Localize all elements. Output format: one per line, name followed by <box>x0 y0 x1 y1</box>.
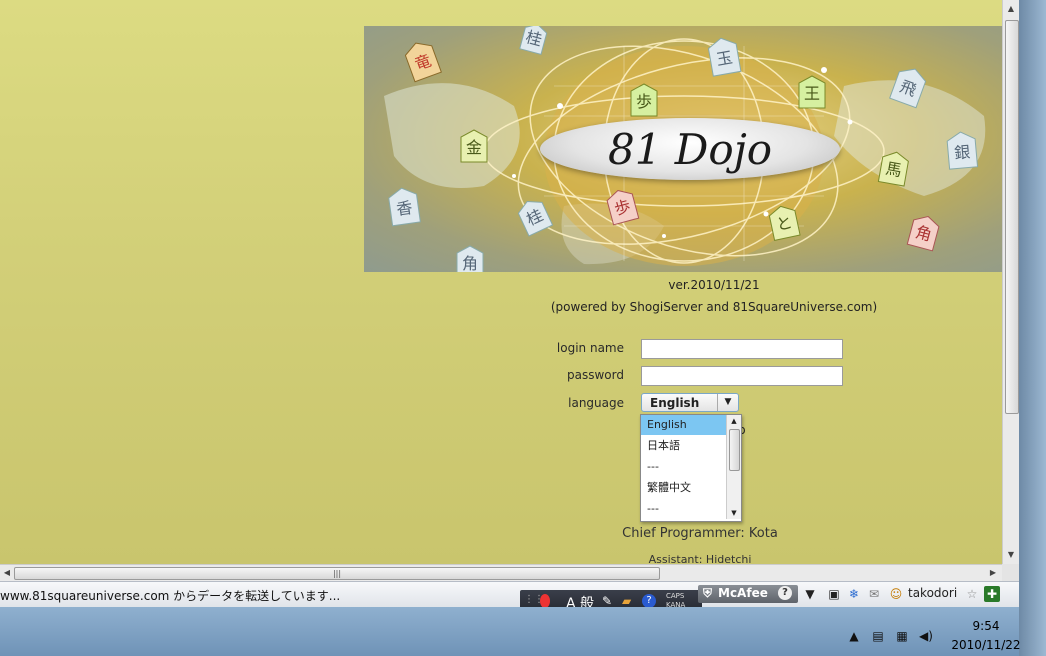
clock-date[interactable]: 2010/11/22 <box>950 638 1022 652</box>
svg-text:王: 王 <box>804 84 820 103</box>
scroll-up-arrow-icon[interactable]: ▲ <box>727 415 741 427</box>
language-option[interactable]: English <box>641 415 731 435</box>
svg-text:角: 角 <box>462 254 478 272</box>
user-icon[interactable]: ☺ <box>888 586 904 602</box>
vertical-scroll-thumb[interactable] <box>1005 20 1019 414</box>
password-input[interactable] <box>641 366 843 386</box>
mcafee-button[interactable]: ⛨ McAfee ? <box>698 585 798 603</box>
horizontal-scroll-thumb[interactable]: ||| <box>14 567 660 580</box>
scroll-left-arrow-icon[interactable]: ◀ <box>0 565 14 581</box>
ime-tools-icon[interactable]: ✎ <box>602 594 612 608</box>
svg-text:銀: 銀 <box>953 142 971 162</box>
password-label: password <box>567 368 624 382</box>
scroll-down-arrow-icon[interactable]: ▼ <box>727 507 741 519</box>
language-option[interactable]: 繁體中文 <box>641 478 731 498</box>
svg-text:歩: 歩 <box>636 92 652 111</box>
login-name-label: login name <box>556 341 624 355</box>
popup-blocker-icon[interactable]: ▣ <box>826 586 842 602</box>
language-option[interactable]: 日本語 <box>641 436 731 456</box>
assistant-credit: Assistant: Hidetchi <box>648 553 752 564</box>
language-option[interactable]: --- <box>641 499 731 519</box>
chevron-down-icon[interactable]: ▼ <box>717 394 738 411</box>
language-option[interactable]: --- <box>641 457 731 477</box>
ime-dictionary-icon[interactable]: ▰ <box>622 594 631 608</box>
dojo-banner: 竜 桂 玉 飛 銀 香 金 歩 王 馬 と 角 桂 角 歩 81 Dojo <box>364 26 1002 272</box>
windows-taskbar <box>0 607 1019 656</box>
star-icon[interactable]: ☆ <box>964 586 980 602</box>
dropdown-scroll-thumb[interactable] <box>729 429 740 471</box>
powered-by-text: (powered by ShogiServer and 81SquareUniv… <box>550 300 878 314</box>
svg-text:香: 香 <box>395 198 414 219</box>
user-name[interactable]: takodori <box>908 586 957 600</box>
browser-viewport: 竜 桂 玉 飛 銀 香 金 歩 王 馬 と 角 桂 角 歩 81 Dojo ve… <box>0 0 1002 564</box>
scroll-right-arrow-icon[interactable]: ▶ <box>986 565 1000 581</box>
snowflake-icon[interactable]: ❄ <box>846 586 862 602</box>
scroll-down-arrow-icon[interactable]: ▼ <box>1003 548 1019 562</box>
scrollbar-corner <box>1002 564 1019 581</box>
mcafee-label: McAfee <box>718 586 768 600</box>
version-text: ver.2010/11/21 <box>668 278 760 292</box>
show-hidden-icons-icon[interactable]: ▲ <box>846 628 862 644</box>
language-dropdown-list[interactable]: English 日本語 --- 繁體中文 --- ▲ ▼ <box>640 414 742 522</box>
window-frame-edge <box>1019 0 1046 656</box>
svg-text:馬: 馬 <box>884 159 903 180</box>
scroll-up-arrow-icon[interactable]: ▲ <box>1003 2 1019 16</box>
login-name-input[interactable] <box>641 339 843 359</box>
mail-icon[interactable]: ✉ <box>866 586 882 602</box>
mcafee-shield-icon: ⛨ <box>703 586 713 600</box>
language-selected-value: English <box>650 396 700 410</box>
help-icon[interactable]: ? <box>642 594 656 608</box>
volume-icon[interactable]: ◀) <box>918 628 934 644</box>
chief-programmer-credit: Chief Programmer: Kota <box>622 526 778 541</box>
svg-text:玉: 玉 <box>715 48 734 69</box>
horizontal-scrollbar[interactable]: ◀ ||| ▶ <box>0 564 1002 581</box>
ime-red-icon[interactable] <box>540 594 550 608</box>
plugin-icon[interactable]: ✚ <box>984 586 1000 602</box>
status-text: www.81squareuniverse.com からデータを転送しています..… <box>0 589 341 603</box>
banner-title: 81 Dojo <box>540 118 840 180</box>
dropdown-scrollbar[interactable]: ▲ ▼ <box>726 415 741 519</box>
language-select[interactable]: English ▼ <box>641 393 739 412</box>
vertical-scrollbar[interactable]: ▲ ▼ <box>1002 0 1019 564</box>
help-icon[interactable]: ? <box>778 586 792 600</box>
language-label: language <box>568 396 624 410</box>
network-icon[interactable]: ▦ <box>894 628 910 644</box>
safely-remove-icon[interactable]: ▤ <box>870 628 886 644</box>
dropdown-arrow-icon[interactable]: ▼ <box>802 586 818 602</box>
svg-text:金: 金 <box>466 138 482 157</box>
clock-time[interactable]: 9:54 <box>966 619 1006 633</box>
